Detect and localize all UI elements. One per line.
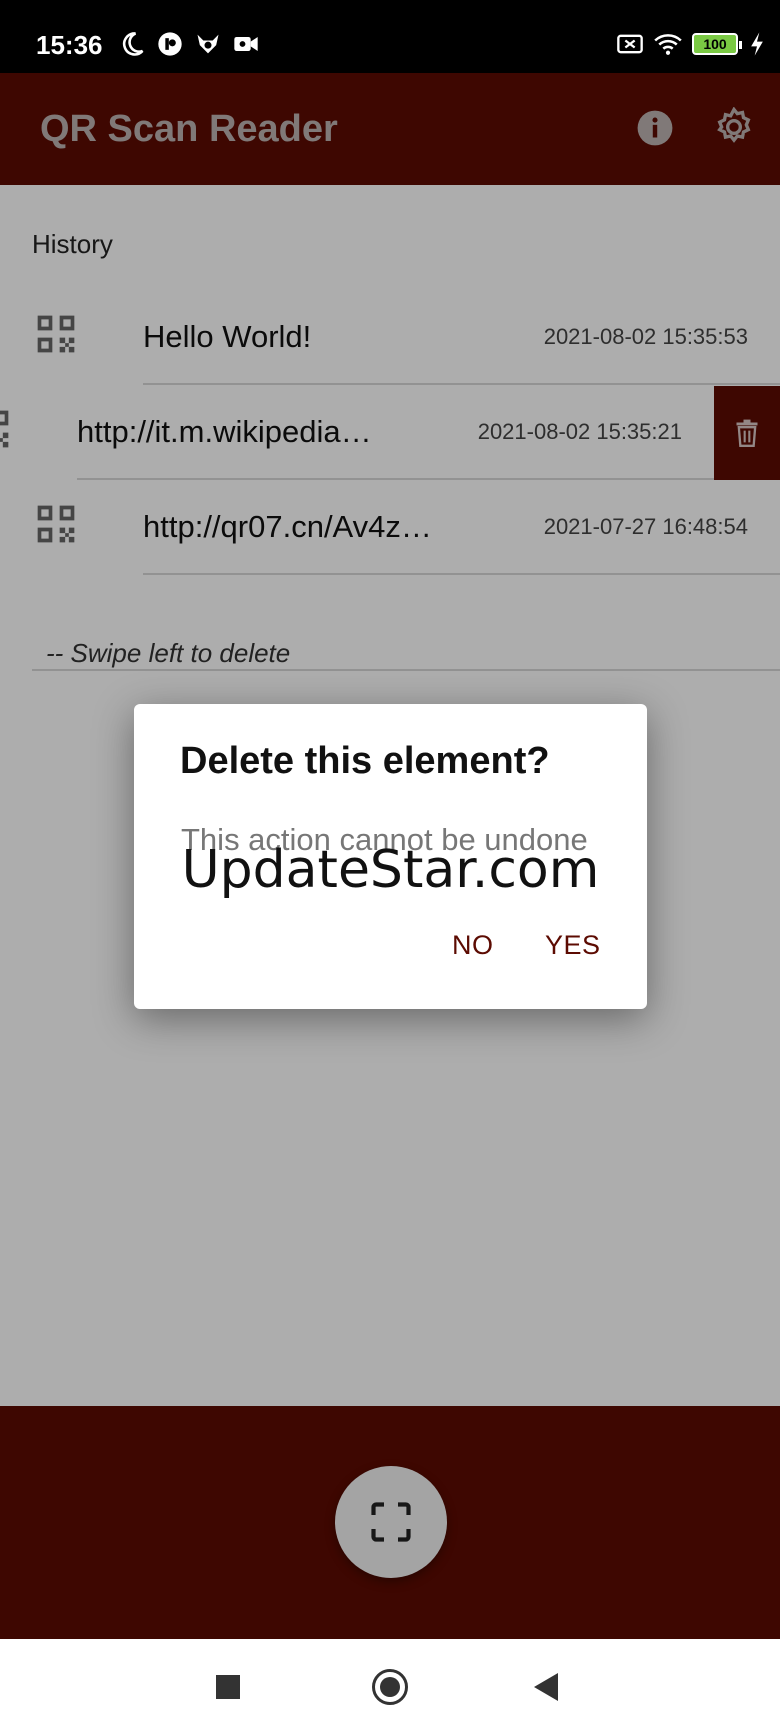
fox-icon xyxy=(197,34,219,54)
moon-icon xyxy=(123,32,144,56)
dialog-title: Delete this element? xyxy=(180,740,550,782)
watermark: UpdateStar.com xyxy=(181,840,600,900)
status-time: 15:36 xyxy=(36,30,103,60)
back-button[interactable] xyxy=(534,1673,558,1701)
charging-icon xyxy=(751,32,763,56)
video-icon xyxy=(234,37,258,51)
app-icon xyxy=(158,32,182,56)
yes-button[interactable]: YES xyxy=(545,930,601,961)
recents-button[interactable] xyxy=(216,1675,240,1699)
wifi-icon xyxy=(654,34,682,55)
status-bar: 15:36 100 xyxy=(0,0,780,73)
home-button[interactable] xyxy=(372,1669,408,1705)
system-nav-bar xyxy=(0,1639,780,1733)
battery-icon: 100 xyxy=(692,33,742,55)
delete-confirm-dialog: Delete this element? This action cannot … xyxy=(134,704,647,1009)
no-button[interactable]: NO xyxy=(452,930,494,961)
sim-off-icon xyxy=(617,34,643,54)
